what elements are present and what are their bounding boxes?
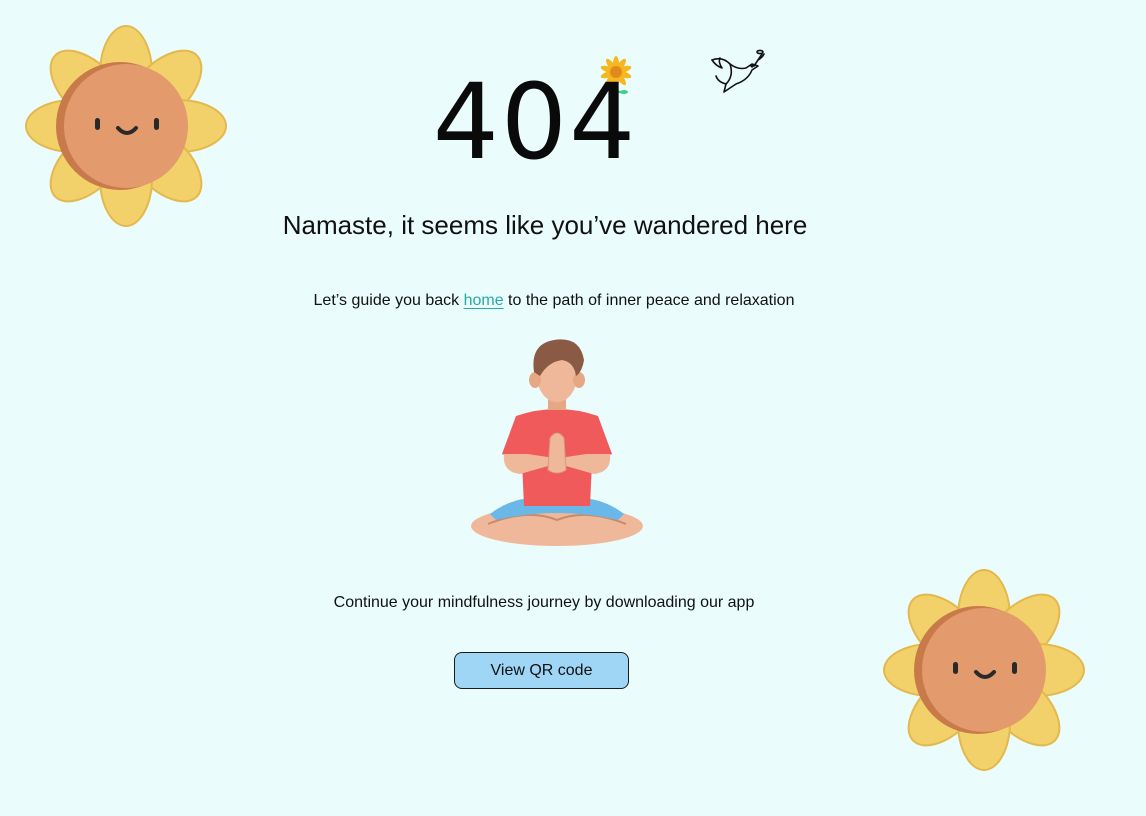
meditating-person-icon: [471, 339, 643, 546]
guide-text: Let’s guide you back home to the path of…: [0, 292, 1108, 310]
smiling-flower-icon: [883, 569, 1085, 771]
view-qr-code-button[interactable]: View QR code: [454, 652, 629, 689]
not-found-page: 404 Namaste, it seems like you’ve wander…: [0, 0, 1146, 816]
guide-text-after: to the path of inner peace and relaxatio…: [503, 292, 795, 309]
page-title: Namaste, it seems like you’ve wandered h…: [282, 210, 808, 240]
error-code: 404: [432, 61, 638, 183]
guide-text-before: Let’s guide you back: [313, 292, 464, 309]
home-link[interactable]: home: [464, 292, 504, 309]
